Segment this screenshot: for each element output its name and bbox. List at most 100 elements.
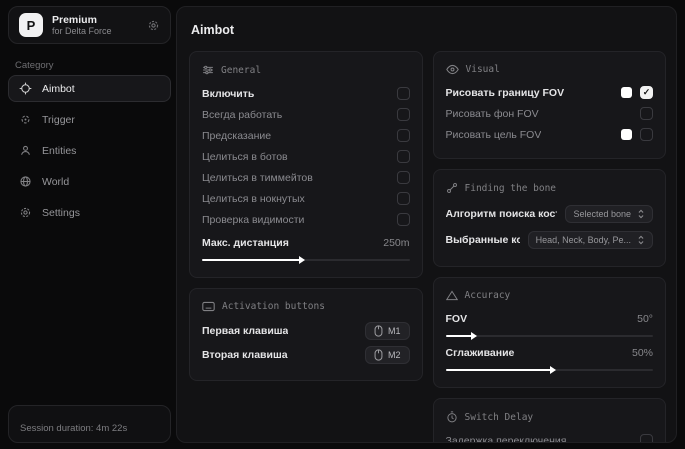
brand-subtitle: for Delta Force bbox=[52, 26, 138, 36]
slider-row: Макс. дистанция 250m bbox=[202, 232, 410, 253]
keybind-value: M1 bbox=[388, 326, 401, 336]
toggle-row: Проверка видимости bbox=[202, 209, 410, 230]
toggle-label: Целиться в ботов bbox=[202, 151, 288, 163]
slider-fill[interactable] bbox=[202, 259, 300, 261]
sidebar-item-entities[interactable]: Entities bbox=[8, 137, 171, 164]
checkbox-draw-fov-border[interactable] bbox=[640, 86, 653, 99]
slider-label: FOV bbox=[446, 313, 468, 325]
select-row: Алгоритм поиска кост Selected bone bbox=[446, 201, 654, 227]
toggle-row: Включить bbox=[202, 83, 410, 104]
visual-row: Рисовать границу FOV bbox=[446, 82, 654, 103]
fov-slider[interactable] bbox=[446, 332, 654, 340]
section-title: Activation buttons bbox=[222, 301, 325, 312]
checkbox-always-work[interactable] bbox=[397, 108, 410, 121]
checkbox-target-bots[interactable] bbox=[397, 150, 410, 163]
sidebar-item-trigger[interactable]: Trigger bbox=[8, 106, 171, 133]
section-header-general: General bbox=[202, 64, 410, 76]
session-duration: Session duration: 4m 22s bbox=[20, 423, 127, 434]
checkbox-target-knocked[interactable] bbox=[397, 192, 410, 205]
brand-logo-letter: P bbox=[27, 18, 36, 33]
section-header-visual: Visual bbox=[446, 64, 654, 75]
visual-row: Рисовать цель FOV bbox=[446, 124, 654, 145]
keybind-row: Вторая клавиша M2 bbox=[202, 343, 410, 367]
brand-card: P Premium for Delta Force bbox=[8, 6, 171, 44]
section-header-activation: Activation buttons bbox=[202, 301, 410, 312]
slider-row: FOV 50° bbox=[446, 308, 654, 329]
brand-logo: P bbox=[19, 13, 43, 37]
sidebar-item-label: Settings bbox=[42, 207, 80, 219]
toggle-row: Целиться в нокнутых bbox=[202, 188, 410, 209]
select-row: Выбранные кос Head, Neck, Body, Pe... bbox=[446, 227, 654, 253]
slider-label: Сглаживание bbox=[446, 347, 515, 359]
card-accuracy: Accuracy FOV 50° Сглаживание 50% bbox=[433, 277, 667, 388]
select-label: Выбранные кос bbox=[446, 234, 520, 246]
mouse-icon bbox=[374, 349, 383, 361]
globe-icon bbox=[19, 175, 32, 188]
section-title: Finding the bone bbox=[465, 183, 557, 194]
toggle-label: Всегда работать bbox=[202, 109, 282, 121]
slider-value: 250m bbox=[383, 237, 409, 249]
category-label: Category bbox=[15, 60, 171, 71]
target-icon bbox=[19, 113, 32, 126]
slider-value: 50° bbox=[637, 313, 653, 325]
slider-fill[interactable] bbox=[446, 335, 473, 337]
expand-icon bbox=[637, 235, 645, 245]
eye-icon bbox=[446, 64, 459, 75]
toggle-label: Задержка переключения bbox=[446, 435, 567, 444]
bone-icon bbox=[446, 182, 458, 194]
smoothing-slider[interactable] bbox=[446, 366, 654, 374]
sidebar-item-label: Trigger bbox=[42, 114, 75, 126]
card-switch-delay: Switch Delay Задержка переключения Задер… bbox=[433, 398, 667, 443]
toggle-label: Целиться в тиммейтов bbox=[202, 172, 313, 184]
checkbox-draw-fov-target[interactable] bbox=[640, 128, 653, 141]
keybind-value: M2 bbox=[388, 350, 401, 360]
bone-algorithm-select[interactable]: Selected bone bbox=[565, 205, 653, 223]
toggle-row: Предсказание bbox=[202, 125, 410, 146]
visual-label: Рисовать границу FOV bbox=[446, 87, 565, 99]
sidebar-item-settings[interactable]: Settings bbox=[8, 199, 171, 226]
sliders-icon bbox=[202, 64, 214, 76]
toggle-label: Включить bbox=[202, 88, 254, 100]
visual-row: Рисовать фон FOV bbox=[446, 103, 654, 124]
checkbox-switch-delay[interactable] bbox=[640, 434, 653, 443]
max-distance-slider[interactable] bbox=[202, 256, 410, 264]
checkbox-visibility-check[interactable] bbox=[397, 213, 410, 226]
brand-text: Premium for Delta Force bbox=[52, 14, 138, 36]
slider-row: Сглаживание 50% bbox=[446, 342, 654, 363]
section-header-bone: Finding the bone bbox=[446, 182, 654, 194]
keybind-second-key[interactable]: M2 bbox=[365, 346, 410, 364]
section-header-switch-delay: Switch Delay bbox=[446, 411, 654, 423]
select-value: Selected bone bbox=[573, 209, 631, 219]
section-title: General bbox=[221, 65, 261, 76]
sidebar-item-label: World bbox=[42, 176, 69, 188]
checkbox-target-teammates[interactable] bbox=[397, 171, 410, 184]
section-title: Switch Delay bbox=[465, 412, 534, 423]
checkbox-prediction[interactable] bbox=[397, 129, 410, 142]
entities-icon bbox=[19, 144, 32, 157]
clock-icon bbox=[446, 411, 458, 423]
visual-label: Рисовать цель FOV bbox=[446, 129, 542, 141]
toggle-row: Целиться в тиммейтов bbox=[202, 167, 410, 188]
slider-fill[interactable] bbox=[446, 369, 552, 371]
main-panel: Aimbot General Включить bbox=[176, 6, 677, 443]
sidebar-item-world[interactable]: World bbox=[8, 168, 171, 195]
keybind-first-key[interactable]: M1 bbox=[365, 322, 410, 340]
page-title: Aimbot bbox=[191, 23, 666, 37]
toggle-label: Целиться в нокнутых bbox=[202, 193, 305, 205]
selected-bones-select[interactable]: Head, Neck, Body, Pe... bbox=[528, 231, 653, 249]
fov-target-color-swatch[interactable] bbox=[621, 129, 632, 140]
gear-icon[interactable] bbox=[147, 19, 160, 32]
triangle-icon bbox=[446, 290, 458, 301]
card-visual: Visual Рисовать границу FOV Рисовать фон… bbox=[433, 51, 667, 159]
fov-border-color-swatch[interactable] bbox=[621, 87, 632, 98]
section-header-accuracy: Accuracy bbox=[446, 290, 654, 301]
checkbox-draw-fov-background[interactable] bbox=[640, 107, 653, 120]
slider-label: Макс. дистанция bbox=[202, 237, 289, 249]
slider-value: 50% bbox=[632, 347, 653, 359]
gear-icon bbox=[19, 206, 32, 219]
expand-icon bbox=[637, 209, 645, 219]
sidebar-item-aimbot[interactable]: Aimbot bbox=[8, 75, 171, 102]
sidebar-item-label: Entities bbox=[42, 145, 76, 157]
checkbox-enable[interactable] bbox=[397, 87, 410, 100]
section-title: Accuracy bbox=[465, 290, 511, 301]
